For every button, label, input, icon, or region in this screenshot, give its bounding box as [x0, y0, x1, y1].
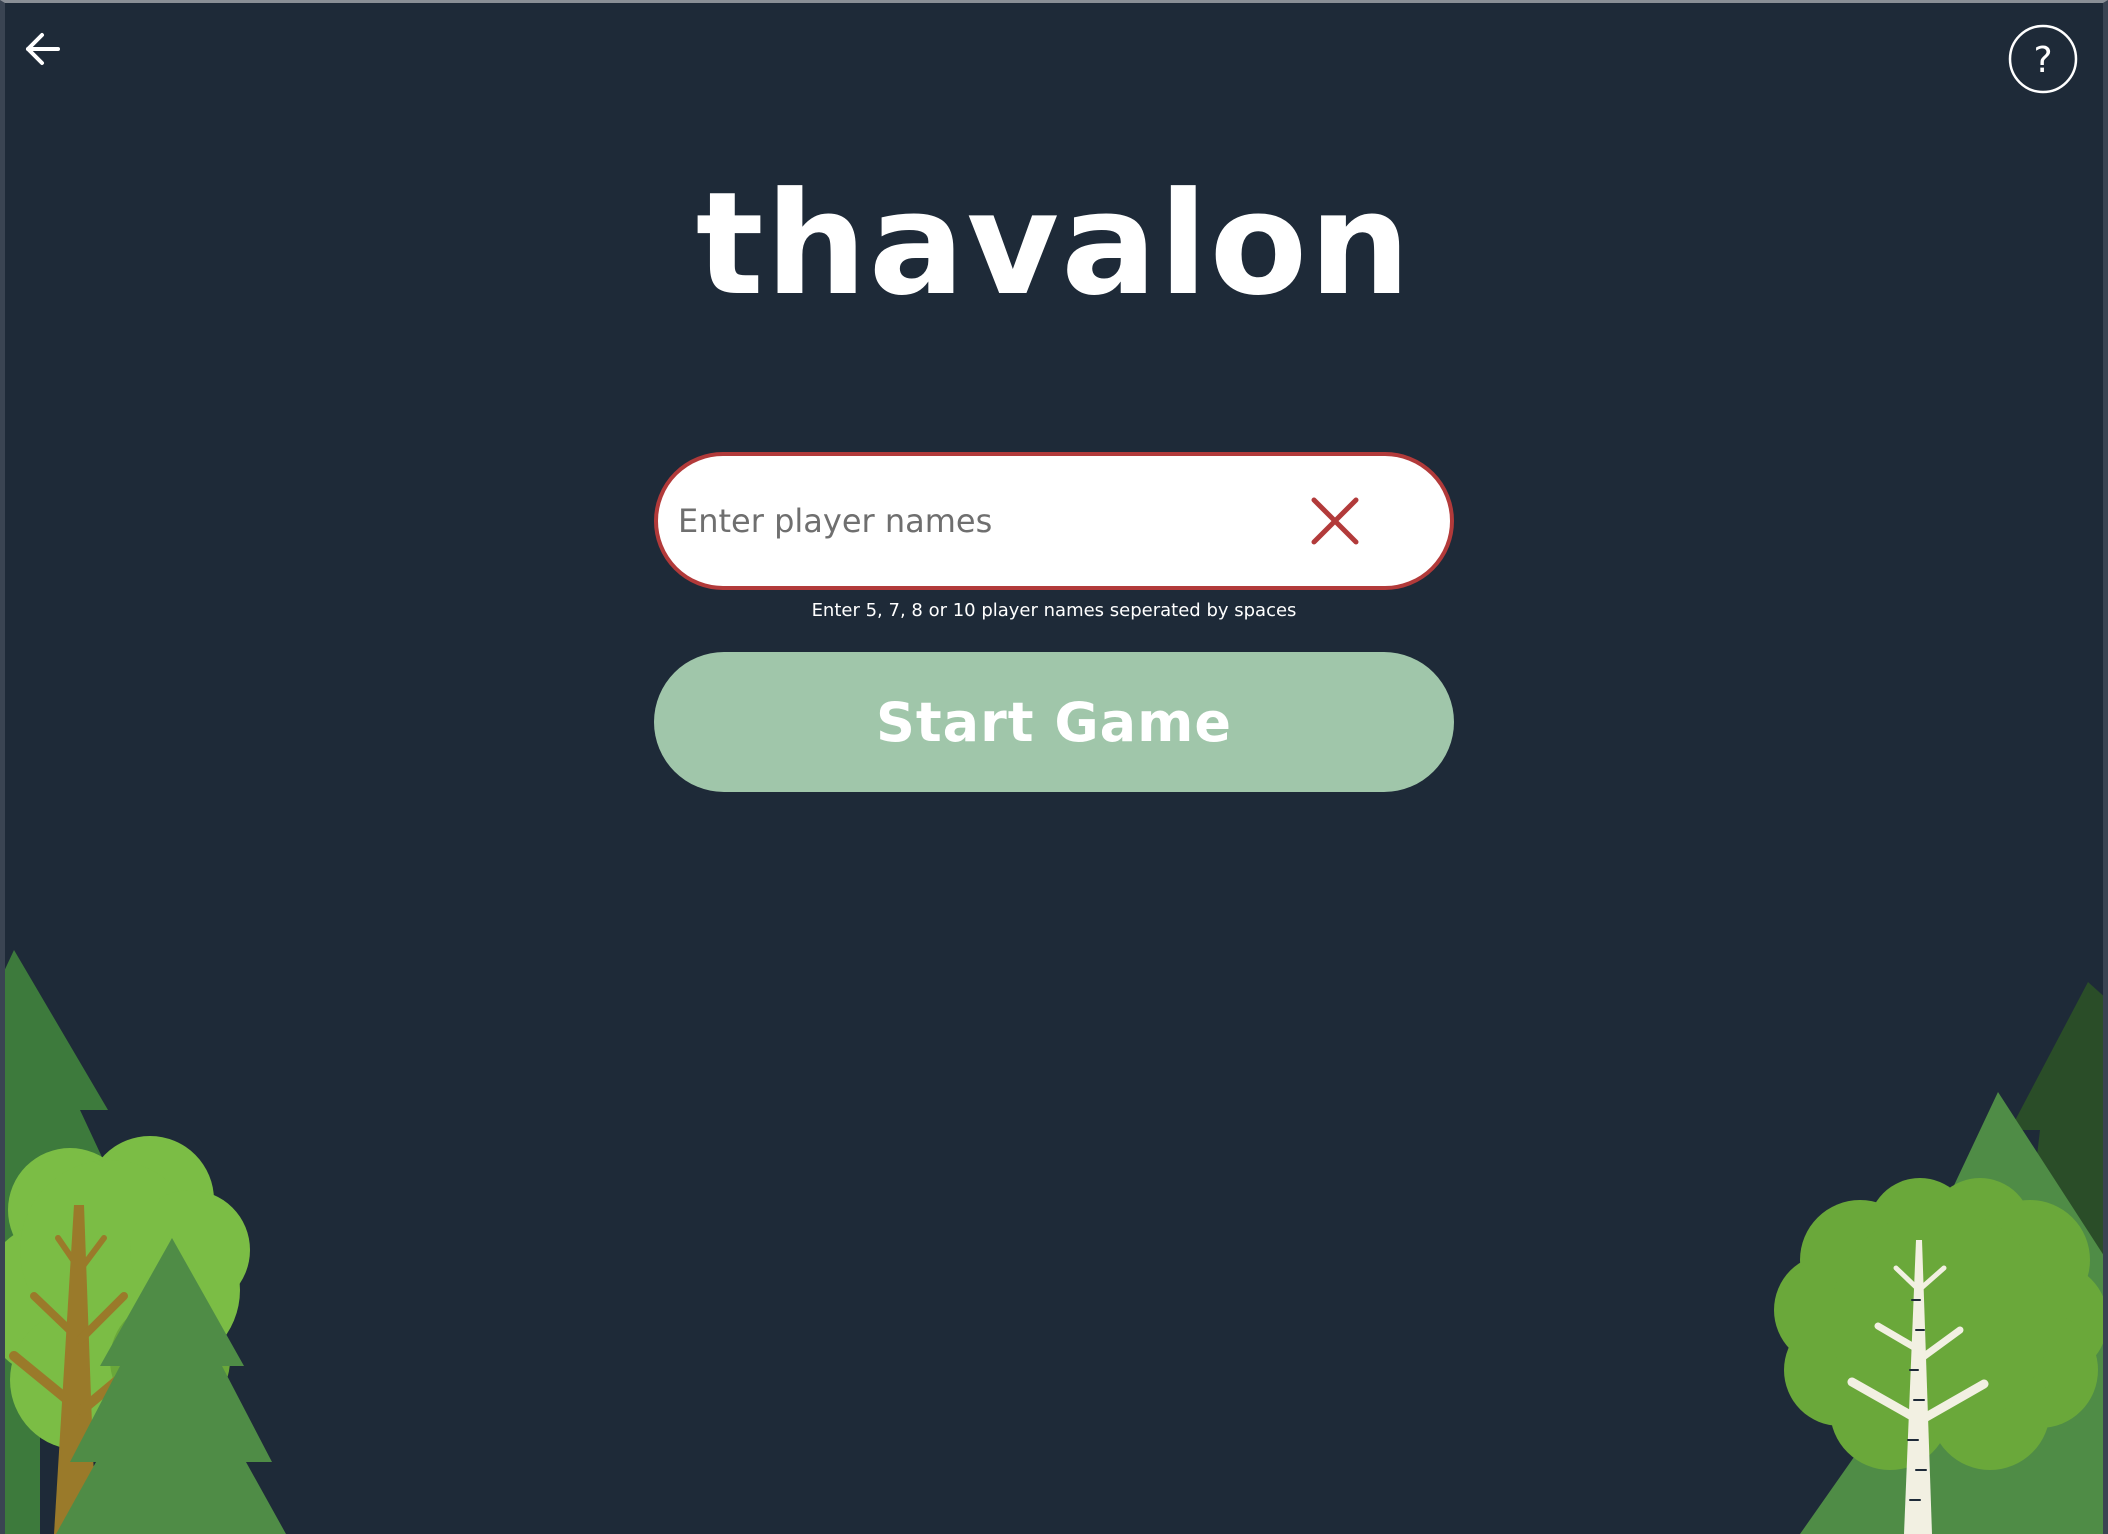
left-pine-dark-tree: [0, 950, 150, 1534]
player-names-field: [654, 452, 1454, 590]
game-title: thavalon: [695, 162, 1413, 327]
right-birch-trunk: [1847, 1240, 1989, 1534]
left-bare-trunk: [9, 1205, 135, 1534]
back-button[interactable]: [18, 24, 68, 74]
player-names-helper-text: Enter 5, 7, 8 or 10 player names seperat…: [811, 600, 1297, 621]
help-button[interactable]: ?: [2008, 24, 2078, 94]
question-mark-circle-icon: ?: [2008, 24, 2078, 94]
right-leafy-tree: [1774, 1178, 2108, 1470]
left-pine-front-tree: [56, 1238, 286, 1534]
help-glyph: ?: [2033, 40, 2052, 81]
left-leafy-tree: [0, 1136, 250, 1450]
player-names-input[interactable]: [678, 456, 1278, 586]
arrow-left-icon: [26, 33, 60, 65]
right-pine-dark-tree: [2010, 982, 2108, 1300]
game-window: ? thavalon Enter 5, 7, 8 or 10 player na…: [0, 0, 2108, 1534]
right-pine-mid-tree: [1800, 1092, 2108, 1534]
close-x-icon[interactable]: [1308, 494, 1362, 548]
start-game-button[interactable]: Start Game: [654, 652, 1454, 792]
